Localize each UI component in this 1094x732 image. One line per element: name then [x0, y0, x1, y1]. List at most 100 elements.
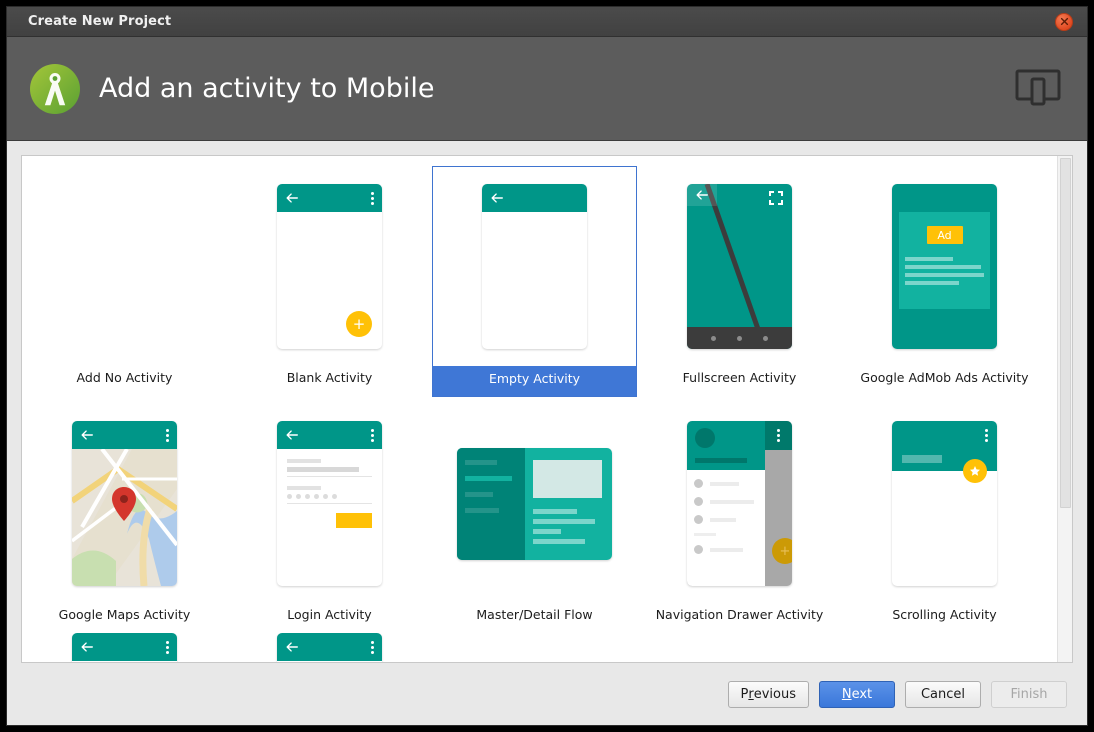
page-title: Add an activity to Mobile: [99, 73, 435, 104]
back-arrow-icon: [491, 193, 503, 203]
android-studio-logo-icon: [30, 63, 80, 114]
overflow-menu-icon: [985, 429, 988, 442]
divider: [694, 533, 716, 536]
thumbnail-login: [227, 403, 432, 603]
thumb-appbar: [277, 421, 382, 449]
gallery-item-blank-activity[interactable]: + Blank Activity: [227, 160, 432, 397]
back-arrow-icon: [286, 642, 298, 652]
thumbnail-maps: [22, 403, 227, 603]
gallery-row-partial: [22, 633, 1057, 662]
master-list-pane: [457, 447, 525, 560]
gallery-item-add-no-activity[interactable]: Add No Activity: [22, 160, 227, 397]
overflow-menu-icon: [371, 428, 374, 442]
thumb-appbar: [482, 184, 587, 212]
thumb-appbar: [72, 421, 177, 449]
map-preview: [72, 449, 177, 586]
gallery-item-label: Empty Activity: [432, 366, 637, 397]
account-name-placeholder: [695, 458, 747, 463]
email-value-placeholder: [287, 467, 359, 472]
expand-icon: [769, 190, 783, 209]
overflow-menu-icon: [371, 191, 374, 205]
fab-icon: +: [772, 538, 792, 564]
gallery-item-fullscreen-activity[interactable]: Fullscreen Activity: [637, 160, 842, 397]
ad-badge: Ad: [926, 226, 963, 244]
sign-in-button-placeholder: [336, 513, 372, 528]
ad-card: Ad: [899, 212, 990, 309]
thumbnail-admob: Ad: [842, 166, 1047, 366]
back-arrow-icon: [286, 193, 298, 203]
login-form-preview: [277, 449, 382, 528]
gallery-row: Add No Activity + Blank Activity Empty A…: [22, 160, 1057, 397]
fab-star-icon: [963, 459, 987, 483]
activity-gallery[interactable]: Add No Activity + Blank Activity Empty A…: [22, 156, 1057, 662]
gallery-item-google-maps-activity[interactable]: Google Maps Activity: [22, 397, 227, 633]
avatar: [695, 428, 715, 448]
gallery-item-label: Google Maps Activity: [58, 607, 191, 622]
field-underline: [287, 503, 372, 504]
thumbnail-empty: [432, 166, 637, 366]
gallery-item-empty-activity[interactable]: Empty Activity: [432, 160, 637, 397]
back-arrow-icon: [81, 430, 93, 440]
create-new-project-dialog: Create New Project Add an activity to Mo…: [6, 6, 1088, 726]
password-dots: [287, 494, 372, 499]
back-arrow-icon: [696, 190, 708, 200]
appbar-title-placeholder: [902, 455, 942, 463]
overflow-menu-icon: [166, 428, 169, 442]
scrollbar-thumb[interactable]: [1060, 158, 1071, 508]
gallery-item-label: Add No Activity: [76, 370, 173, 385]
thumb-appbar: [72, 633, 177, 661]
next-button[interactable]: Next: [819, 680, 895, 708]
field-underline: [287, 476, 372, 477]
navigation-drawer: [687, 421, 765, 586]
thumb-appbar: [765, 421, 792, 450]
dialog-header: Add an activity to Mobile: [7, 37, 1087, 141]
password-label-placeholder: [287, 486, 321, 490]
list-item: [694, 545, 765, 554]
gallery-item-label: Google AdMob Ads Activity: [860, 370, 1029, 385]
dialog-footer: Pr evious Next Cancel Finish: [7, 663, 1087, 725]
gallery-item-partial[interactable]: [227, 633, 432, 662]
gallery-item-login-activity[interactable]: Login Activity: [227, 397, 432, 633]
gallery-item-navigation-drawer-activity[interactable]: + Navigation Drawer Activity: [637, 397, 842, 633]
previous-button[interactable]: Pr evious: [727, 680, 809, 708]
back-arrow-icon: [286, 430, 298, 440]
gallery-item-master-detail-flow[interactable]: Master/Detail Flow: [432, 397, 637, 633]
list-item: [694, 515, 765, 524]
gallery-item-partial[interactable]: [22, 633, 227, 662]
overflow-menu-icon: [777, 429, 780, 442]
back-arrow-icon: [81, 642, 93, 652]
vertical-scrollbar[interactable]: [1057, 156, 1072, 662]
gallery-item-label: Navigation Drawer Activity: [655, 607, 824, 622]
thumbnail-masterdetail: [432, 403, 637, 603]
activity-gallery-frame: Add No Activity + Blank Activity Empty A…: [21, 155, 1073, 663]
list-item: [694, 497, 765, 506]
gallery-row: Google Maps Activity Login Activity Mast…: [22, 397, 1057, 633]
drawer-menu-list: [687, 470, 765, 554]
gallery-item-scrolling-activity[interactable]: Scrolling Activity: [842, 397, 1047, 633]
ad-text-lines: [905, 257, 984, 289]
overflow-menu-icon: [166, 640, 169, 654]
window-title: Create New Project: [28, 14, 172, 29]
dialog-body: Add No Activity + Blank Activity Empty A…: [7, 141, 1087, 663]
thumbnail-fullscreen: [637, 166, 842, 366]
thumbnail-navdrawer: +: [637, 403, 842, 603]
gallery-item-label: Fullscreen Activity: [682, 370, 797, 385]
gallery-item-google-admob-ads-activity[interactable]: Ad Google AdMob Ads Activity: [842, 160, 1047, 397]
window-titlebar: Create New Project: [7, 7, 1087, 37]
detail-pane: [525, 448, 612, 560]
thumb-appbar: [687, 184, 717, 206]
thumbnail-none: [22, 166, 227, 366]
gallery-item-label: Blank Activity: [286, 370, 373, 385]
system-nav-bar: [687, 327, 792, 349]
gallery-item-label: Login Activity: [287, 607, 372, 622]
mobile-device-icon: [1015, 67, 1061, 111]
cancel-button[interactable]: Cancel: [905, 680, 981, 708]
fab-icon: +: [346, 311, 372, 337]
thumbnail-scrolling: [842, 403, 1047, 603]
close-icon[interactable]: [1055, 12, 1073, 31]
gallery-item-label: Scrolling Activity: [892, 607, 997, 622]
detail-image-placeholder: [533, 459, 602, 498]
screenshot-root: Create New Project Add an activity to Mo…: [0, 0, 1094, 732]
drawer-header: [687, 421, 765, 470]
thumb-appbar: [277, 184, 382, 212]
